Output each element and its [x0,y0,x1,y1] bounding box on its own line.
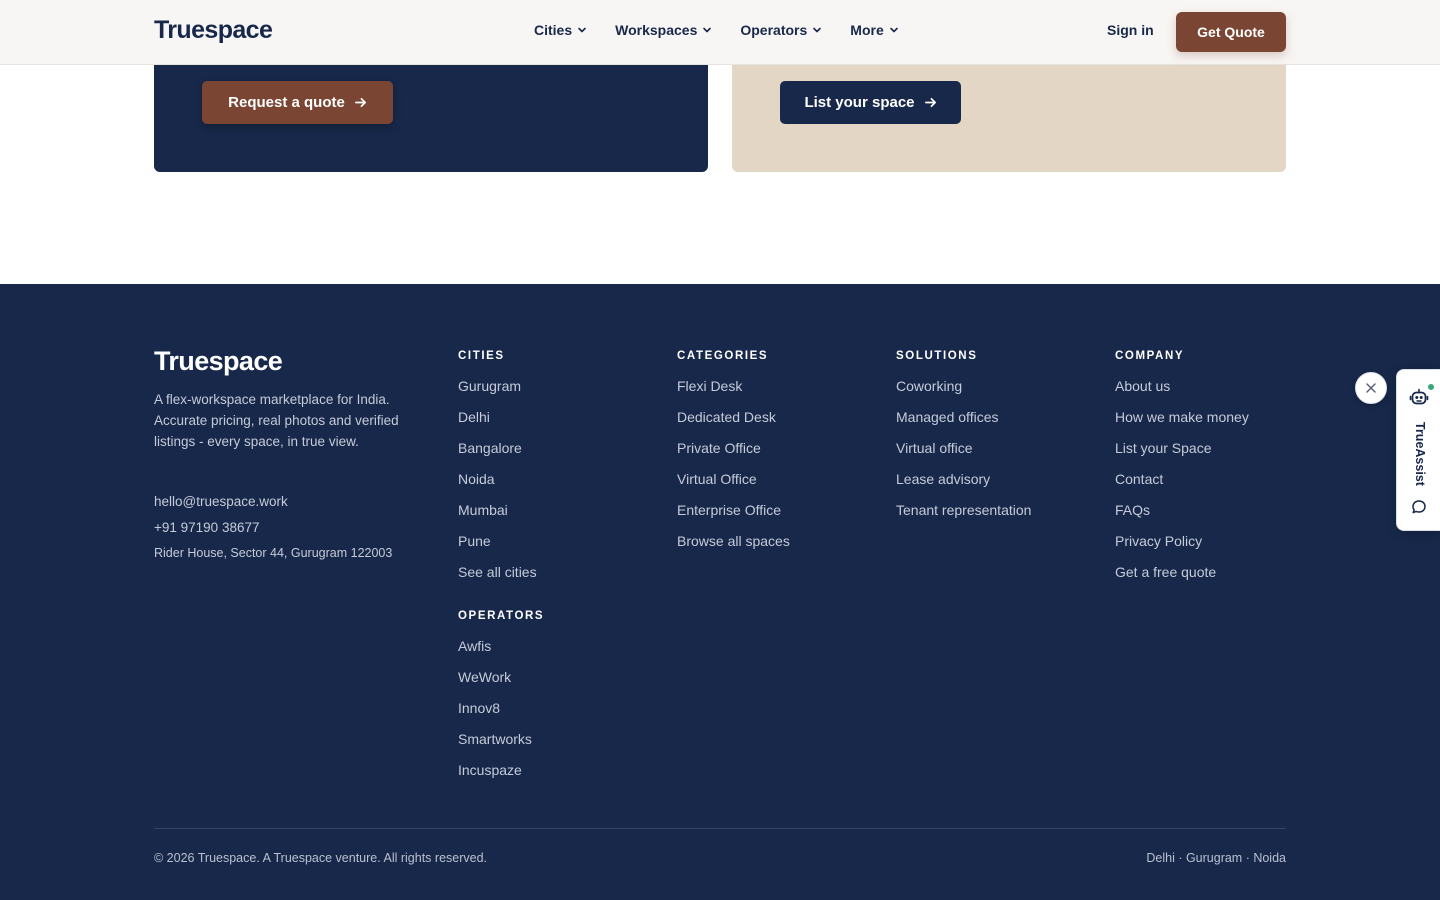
chevron-down-icon [889,27,898,33]
footer-solutions-heading: SOLUTIONS [896,350,978,362]
robot-icon [1409,388,1429,405]
footer-link-smartworks[interactable]: Smartworks [458,731,544,762]
footer-link-virtual-office[interactable]: Virtual Office [677,471,790,502]
nav-operators-label: Operators [740,22,808,38]
footer-link-wework[interactable]: WeWork [458,669,544,700]
footer-operators-column: OPERATORS Awfis WeWork Innov8 Smartworks… [458,608,544,793]
chevron-down-icon [703,27,712,33]
trueassist-label: TrueAssist [1413,422,1427,486]
nav-cities[interactable]: Cities [534,22,587,38]
list-space-label: List your space [804,94,915,111]
nav-more-label: More [850,22,884,38]
footer-email-link[interactable]: hello@truespace.work [154,494,288,509]
footer-logo[interactable]: Truespace [154,346,283,377]
arrow-right-icon [924,97,936,108]
footer-description: A flex-workspace marketplace for India. … [154,392,399,449]
footer-categories-heading: CATEGORIES [677,350,769,362]
footer-link-mumbai[interactable]: Mumbai [458,502,537,533]
footer-link-incuspaze[interactable]: Incuspaze [458,762,544,793]
arrow-right-icon [354,97,366,108]
list-space-button[interactable]: List your space [780,81,961,124]
footer-link-browse-all-spaces[interactable]: Browse all spaces [677,533,790,564]
footer-divider [154,828,1286,829]
request-quote-label: Request a quote [228,94,345,111]
assistant-close-button[interactable] [1355,372,1387,404]
request-quote-button[interactable]: Request a quote [202,81,393,124]
nav-more[interactable]: More [850,22,898,38]
footer-link-noida[interactable]: Noida [458,471,537,502]
footer-link-pune[interactable]: Pune [458,533,537,564]
footer-link-managed-offices[interactable]: Managed offices [896,409,1031,440]
nav-workspaces[interactable]: Workspaces [615,22,712,38]
footer-link-flexi-desk[interactable]: Flexi Desk [677,378,790,409]
footer-link-how-we-make-money[interactable]: How we make money [1115,409,1249,440]
nav-operators[interactable]: Operators [740,22,822,38]
footer-link-virtual-office-solution[interactable]: Virtual office [896,440,1031,471]
footer-address: Rider House, Sector 44, Gurugram 122003 [154,546,393,560]
footer-link-enterprise-office[interactable]: Enterprise Office [677,502,790,533]
footer-link-awfis[interactable]: Awfis [458,638,544,669]
main-nav: Cities Workspaces Operators More [534,22,899,38]
site-header: Truespace Cities Workspaces Operators Mo… [0,0,1440,65]
chevron-down-icon [578,27,586,33]
footer-link-private-office[interactable]: Private Office [677,440,790,471]
footer-link-faqs[interactable]: FAQs [1115,502,1249,533]
footer-link-innov8[interactable]: Innov8 [458,700,544,731]
footer-link-bangalore[interactable]: Bangalore [458,440,537,471]
footer-solutions-column: SOLUTIONS Coworking Managed offices Virt… [896,348,1031,533]
chat-bubble-icon [1412,500,1426,514]
footer-company-column: COMPANY About us How we make money List … [1115,348,1249,595]
footer-link-lease-advisory[interactable]: Lease advisory [896,471,1031,502]
copyright-text: © 2026 Truespace. A Truespace venture. A… [154,851,488,865]
nav-workspaces-label: Workspaces [615,22,698,38]
trueassist-tab[interactable]: TrueAssist [1396,369,1440,531]
nav-cities-label: Cities [534,22,573,38]
footer-link-list-your-space[interactable]: List your Space [1115,440,1249,471]
footer-company-heading: COMPANY [1115,350,1185,362]
footer-cities-heading: CITIES [458,350,505,362]
footer-link-contact[interactable]: Contact [1115,471,1249,502]
footer-cities-column: CITIES Gurugram Delhi Bangalore Noida Mu… [458,348,537,595]
footer-link-coworking[interactable]: Coworking [896,378,1031,409]
footer-link-dedicated-desk[interactable]: Dedicated Desk [677,409,790,440]
sign-in-link[interactable]: Sign in [1107,22,1154,38]
site-logo[interactable]: Truespace [154,16,273,45]
footer-link-tenant-representation[interactable]: Tenant representation [896,502,1031,533]
footer-operators-heading: OPERATORS [458,610,545,622]
chevron-down-icon [813,27,822,33]
footer-categories-column: CATEGORIES Flexi Desk Dedicated Desk Pri… [677,348,790,564]
footer-link-see-all-cities[interactable]: See all cities [458,564,537,595]
online-status-dot [1427,383,1435,391]
footer-city-list: Delhi · Gurugram · Noida [1146,851,1286,865]
footer-link-about-us[interactable]: About us [1115,378,1249,409]
footer-link-gurugram[interactable]: Gurugram [458,378,537,409]
close-icon [1366,383,1376,393]
get-quote-button[interactable]: Get Quote [1176,12,1286,52]
footer-link-get-a-free-quote[interactable]: Get a free quote [1115,564,1249,595]
footer-link-privacy-policy[interactable]: Privacy Policy [1115,533,1249,564]
footer-phone-link[interactable]: +91 97190 38677 [154,520,259,535]
footer-link-delhi[interactable]: Delhi [458,409,537,440]
site-footer: Truespace A flex-workspace marketplace f… [0,284,1440,900]
